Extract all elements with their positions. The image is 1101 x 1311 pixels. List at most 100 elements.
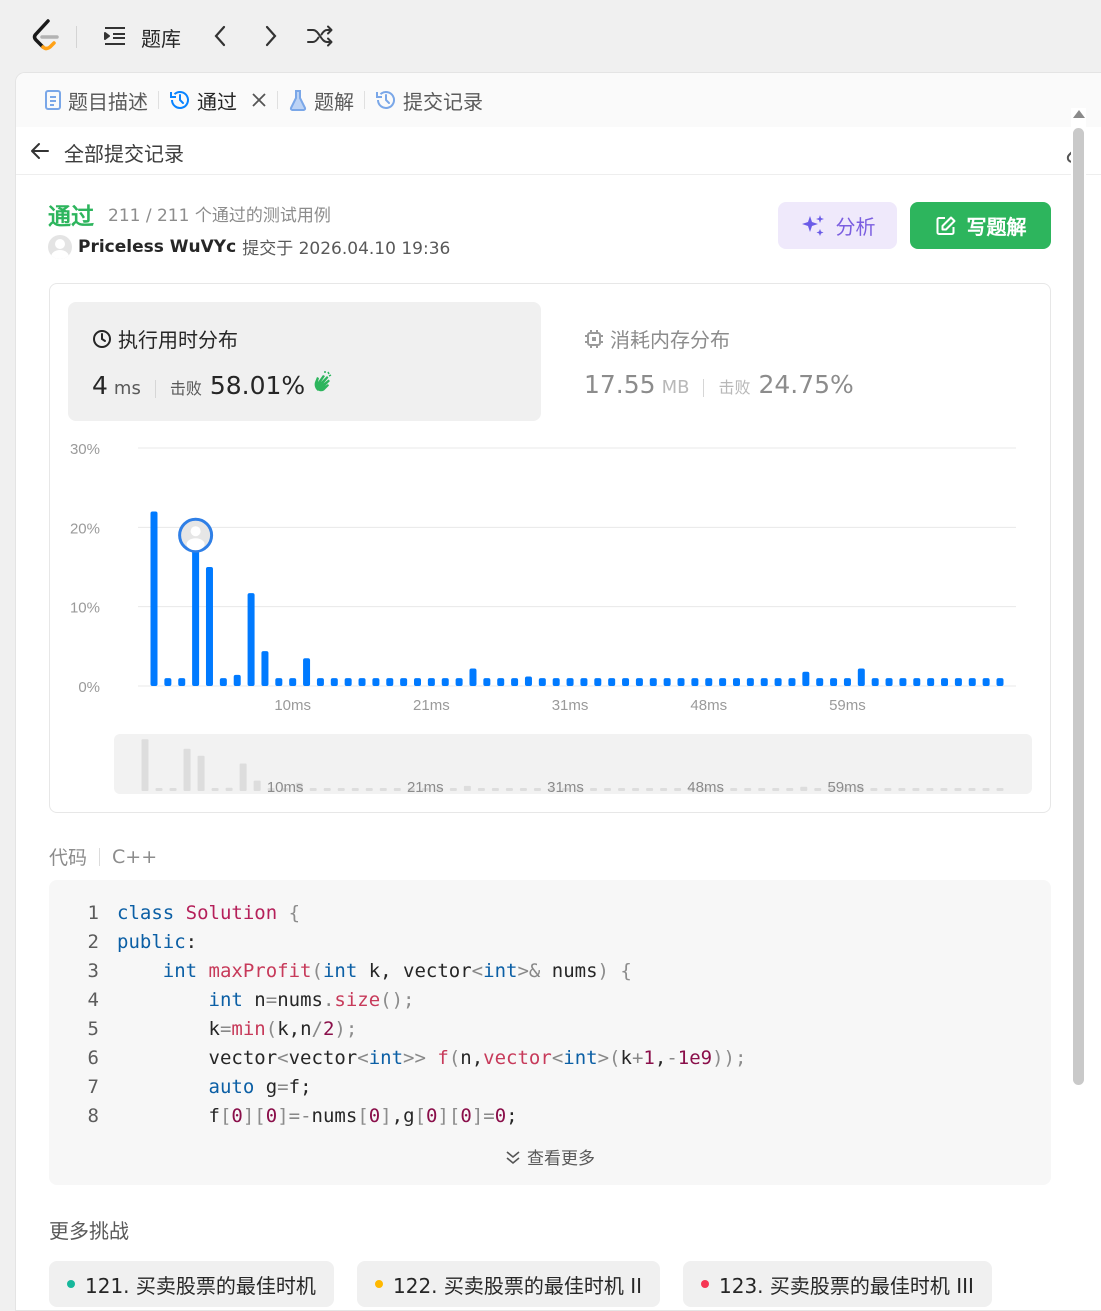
chart-bar[interactable] [857,668,865,686]
tab-description[interactable]: 题目描述 [34,73,158,127]
analyze-button[interactable]: 分析 [778,202,897,249]
chart-bar[interactable] [192,543,200,686]
chart-bar[interactable] [441,678,449,686]
chart-bar[interactable] [608,678,616,686]
chart-bar[interactable] [649,678,657,686]
chart-bar[interactable] [982,678,990,686]
challenge-chip[interactable]: 121. 买卖股票的最佳时机 [49,1261,334,1307]
chart-bar[interactable] [524,676,532,686]
code-label: 代码 [49,847,88,869]
chart-bar[interactable] [316,678,324,686]
chart-bar[interactable] [275,678,283,686]
chart-range-slider[interactable]: 10ms 21ms 31ms 48ms 59ms [114,734,1032,796]
chart-bar[interactable] [247,593,255,686]
chart-bar[interactable] [732,678,740,686]
chart-bar[interactable] [594,678,602,686]
chart-bar[interactable] [566,678,574,686]
chart-bar[interactable] [705,678,713,686]
scroll-up-arrow-icon[interactable] [1073,110,1085,118]
chart-bar[interactable] [746,678,754,686]
chart-bar[interactable] [414,678,422,686]
submitted-time: 提交于 2026.04.10 19:36 [242,239,451,259]
chart-bar[interactable] [677,678,685,686]
chart-bar[interactable] [511,678,519,686]
code-block[interactable]: 1 class Solution { 2 public: 3 int maxProf… [49,880,1051,1185]
chart-bar[interactable] [372,678,380,686]
chart-bar[interactable] [344,678,352,686]
chart-bar[interactable] [802,671,810,686]
chart-bar[interactable] [233,674,241,686]
chart-bar[interactable] [663,678,671,686]
chart-bar[interactable] [580,678,588,686]
chart-bar[interactable] [871,678,879,686]
memory-title[interactable]: 消耗内存分布 [584,324,730,353]
scrollbar-thumb[interactable] [1073,128,1084,1085]
chart-bar[interactable] [538,678,546,686]
close-icon[interactable] [251,92,267,108]
show-more-button[interactable]: 查看更多 [49,1144,1051,1169]
x-tick-label: 10ms [274,697,311,714]
chart-bar[interactable] [635,678,643,686]
chart-bar[interactable] [899,678,907,686]
leetcode-logo-icon[interactable] [30,18,64,54]
chart-bar[interactable] [469,668,477,686]
chart-bar[interactable] [816,678,824,686]
chart-bar[interactable] [219,678,227,686]
chart-bar[interactable] [760,678,768,686]
list-indent-icon[interactable] [101,22,129,50]
author-name[interactable]: Priceless WuVYc [78,237,236,257]
write-solution-button[interactable]: 写题解 [910,202,1051,249]
chart-bar[interactable] [497,678,505,686]
chart-bar[interactable] [913,678,921,686]
next-problem-icon[interactable] [257,22,285,50]
chart-bar[interactable] [178,678,186,686]
chart-bar[interactable] [261,651,269,686]
chart-bar[interactable] [400,678,408,686]
chart-bar[interactable] [330,678,338,686]
chart-bar[interactable] [358,678,366,686]
chart-bar[interactable] [691,678,699,686]
runtime-stat-box[interactable] [68,302,541,421]
challenge-chip[interactable]: 122. 买卖股票的最佳时机 II [357,1261,661,1307]
chart-bar[interactable] [427,678,435,686]
challenge-chip[interactable]: 123. 买卖股票的最佳时机 III [683,1261,992,1307]
chart-bar[interactable] [719,678,727,686]
chart-bar[interactable] [552,678,560,686]
chart-bar[interactable] [483,678,491,686]
chart-bar[interactable] [788,678,796,686]
chart-bar[interactable] [386,678,394,686]
chart-bar[interactable] [205,567,213,686]
all-submissions-link[interactable]: 全部提交记录 [64,138,184,167]
chart-bar[interactable] [164,678,172,686]
tab-accepted[interactable]: 通过 [159,73,277,127]
avatar[interactable] [48,234,72,259]
back-arrow-icon[interactable] [28,139,52,163]
chart-bar[interactable] [774,678,782,686]
chart-bar[interactable] [622,678,630,686]
challenge-label: 123. 买卖股票的最佳时机 III [719,1273,974,1298]
tab-solutions[interactable]: 题解 [278,73,364,127]
chart-bar[interactable] [843,678,851,686]
mini-x-tick-label: 21ms [407,779,444,794]
user-position-marker[interactable] [178,517,214,553]
chart-bar[interactable] [927,678,935,686]
chart-bar[interactable] [289,678,297,686]
chart-bar[interactable] [885,678,893,686]
chart-bar[interactable] [830,678,838,686]
runtime-distribution-chart[interactable]: 30% 20% 10% 0% 10ms 21ms 31ms 48ms 59ms [50,434,1050,734]
code-line: 4 int n = nums. size (); [87,989,415,1011]
chart-bar[interactable] [954,678,962,686]
show-more-label: 查看更多 [527,1149,595,1169]
chart-bar[interactable] [150,511,158,686]
problems-link[interactable]: 题库 [141,23,181,52]
chart-bar[interactable] [968,678,976,686]
document-icon [45,90,61,110]
tab-submissions[interactable]: 提交记录 [365,73,493,127]
mini-chart-bar [800,786,808,791]
shuffle-icon[interactable] [306,22,334,50]
chart-bar[interactable] [455,678,463,686]
chart-bar[interactable] [941,678,949,686]
prev-problem-icon[interactable] [206,22,234,50]
chart-bar[interactable] [996,678,1004,686]
chart-bar[interactable] [303,658,311,686]
